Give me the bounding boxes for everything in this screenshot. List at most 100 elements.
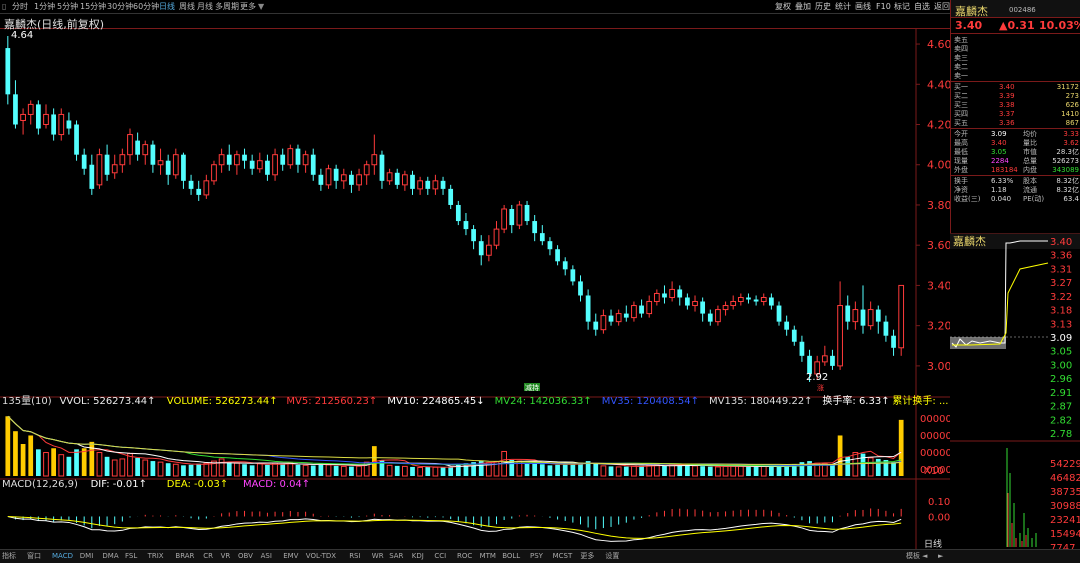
- tab-more[interactable]: 更多: [240, 0, 256, 13]
- indicator-tab[interactable]: ROC: [457, 550, 472, 563]
- candle-body: [410, 174, 415, 189]
- history-button[interactable]: 历史: [815, 0, 831, 13]
- volume-bar: [769, 466, 774, 476]
- stat-value: 8.32亿: [1056, 186, 1079, 194]
- volume-bar: [203, 462, 210, 477]
- indicator-tab[interactable]: ASI: [261, 550, 272, 563]
- indicator-tab[interactable]: 更多: [580, 550, 594, 563]
- volume-bar: [66, 456, 72, 476]
- tab-multi-period[interactable]: 多周期: [215, 0, 239, 13]
- buy-row: 买三 3.38 626: [951, 101, 1080, 110]
- draw-line-button[interactable]: 画线: [855, 0, 871, 13]
- candle-body: [784, 321, 790, 330]
- mini-vol-label: 30988: [1050, 501, 1080, 512]
- candle-body: [555, 249, 560, 262]
- adjust-button[interactable]: 复权: [775, 0, 791, 13]
- volume-bar: [242, 464, 247, 476]
- volume-bar: [753, 466, 759, 476]
- quote-header: 嘉麟杰 002486: [951, 0, 1080, 18]
- quote-price-row: 3.40 ▲0.31 10.03%: [951, 18, 1080, 34]
- stat-value: 343089: [1052, 166, 1079, 174]
- menu-icon[interactable]: ▯: [2, 0, 6, 13]
- moving-average-line: [8, 74, 901, 360]
- candle-body: [104, 154, 110, 175]
- candle-body: [203, 180, 210, 196]
- dea-line: [7, 515, 902, 539]
- indicator-tab[interactable]: BOLL: [502, 550, 520, 563]
- indicator-tab[interactable]: CCI: [434, 550, 446, 563]
- candle-body: [463, 221, 469, 230]
- tab-1min[interactable]: 1分钟: [34, 0, 55, 13]
- stat-label: 今开: [954, 130, 968, 138]
- overlay-button[interactable]: 叠加: [795, 0, 811, 13]
- mini-vol-label: 15494: [1050, 529, 1080, 540]
- candle-body: [425, 180, 431, 189]
- kline-chart[interactable]: 嘉麟杰(日线,前复权) 4.64 2.92 减持 涨 4.604.404.204…: [0, 14, 950, 549]
- candle-body: [280, 154, 286, 165]
- volume-bar: [5, 416, 11, 476]
- dropdown-icon[interactable]: ▼: [258, 0, 264, 13]
- mini-price-label: 3.36: [1050, 251, 1072, 262]
- tab-monthly[interactable]: 月线: [197, 0, 213, 13]
- tab-5min[interactable]: 5分钟: [57, 0, 78, 13]
- f10-button[interactable]: F10: [876, 0, 891, 13]
- indicator-tab[interactable]: MACD: [52, 550, 73, 563]
- indicator-tab[interactable]: 指标: [2, 550, 16, 563]
- buy-price: 3.40: [999, 83, 1015, 91]
- tab-fenshi[interactable]: 分时: [12, 0, 28, 13]
- indicator-tab[interactable]: OBV: [238, 550, 253, 563]
- mini-price-label: 3.09: [1050, 333, 1072, 344]
- indicator-tab[interactable]: BRAR: [175, 550, 194, 563]
- volume-bar: [891, 462, 896, 476]
- indicator-tab[interactable]: VR: [221, 550, 231, 563]
- volume-bar: [692, 465, 698, 477]
- tab-60min[interactable]: 60分钟: [133, 0, 159, 13]
- indicator-tab[interactable]: MCST: [553, 550, 573, 563]
- indicator-tab[interactable]: 窗口: [27, 550, 41, 563]
- tab-daily[interactable]: 日线: [159, 0, 175, 13]
- indicator-tab[interactable]: TRIX: [148, 550, 164, 563]
- bottom-nav-button[interactable]: ◄: [922, 550, 927, 563]
- indicator-tab[interactable]: DMA: [102, 550, 118, 563]
- intraday-mini-chart[interactable]: 嘉麟杰 3.40 3.36 3.31 3.27 3.22 3.18 3.13 3.09 3.05…: [950, 232, 1080, 554]
- candle-body: [692, 301, 698, 307]
- mark-button[interactable]: 标记: [894, 0, 910, 13]
- candle-body: [96, 154, 103, 186]
- indicator-tab[interactable]: EMV: [283, 550, 298, 563]
- mini-price-label: 3.05: [1050, 347, 1072, 358]
- volume-bar: [715, 466, 721, 477]
- indicator-tab[interactable]: PSY: [530, 550, 543, 563]
- indicator-tab[interactable]: RSI: [349, 550, 360, 563]
- stat-value: 3.09: [991, 130, 1007, 138]
- candle-body: [578, 281, 583, 296]
- mini-price-label: 3.22: [1050, 292, 1072, 303]
- tab-30min[interactable]: 30分钟: [107, 0, 133, 13]
- indicator-tab[interactable]: 设置: [605, 550, 619, 563]
- stats-button[interactable]: 统计: [835, 0, 851, 13]
- watchlist-button[interactable]: 自选: [914, 0, 930, 13]
- indicator-tab[interactable]: KDJ: [412, 550, 424, 563]
- bottom-nav-button[interactable]: ►: [938, 550, 943, 563]
- event-tag-limit-up[interactable]: 涨: [817, 383, 824, 392]
- stat-row: 现量 2284 总量 526273: [951, 157, 1080, 166]
- indicator-tab[interactable]: DMI: [80, 550, 94, 563]
- indicator-tab[interactable]: VOL-TDX: [306, 550, 336, 563]
- event-tag-reduce[interactable]: 减持: [525, 383, 539, 392]
- indicator-tab[interactable]: MTM: [480, 550, 496, 563]
- candle-body: [852, 309, 859, 323]
- candle-body: [799, 341, 805, 356]
- indicator-tab[interactable]: CR: [203, 550, 213, 563]
- volume-bar: [646, 464, 653, 477]
- indicator-tab[interactable]: FSL: [125, 550, 137, 563]
- tab-weekly[interactable]: 周线: [179, 0, 195, 13]
- bottom-nav-button[interactable]: 模板: [906, 550, 920, 563]
- indicator-tab[interactable]: SAR: [389, 550, 403, 563]
- quote-stats: 今开 3.09 均价 3.33 最高 3.40 量比 3.62 最低 3.05 市值 28.3亿 现量 2…: [951, 129, 1080, 176]
- tab-15min[interactable]: 15分钟: [80, 0, 106, 13]
- back-button[interactable]: 返回: [934, 0, 950, 13]
- mini-vol-label: 23241: [1050, 515, 1080, 526]
- candle-body: [333, 168, 339, 181]
- indicator-tab[interactable]: WR: [372, 550, 384, 563]
- volume-bar: [722, 465, 729, 477]
- macd-axis: 0.10 0.00: [928, 497, 950, 523]
